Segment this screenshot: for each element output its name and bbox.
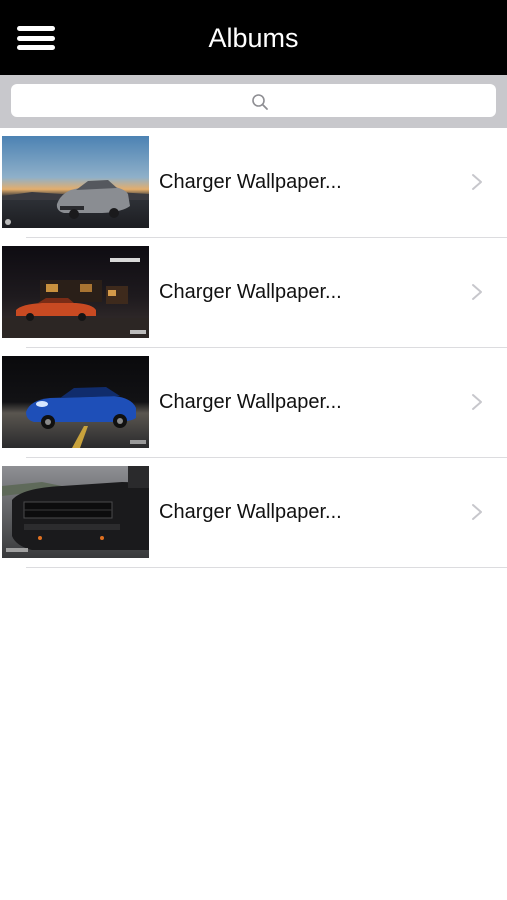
- search-bar: [0, 75, 507, 128]
- search-field-container[interactable]: [11, 84, 496, 117]
- chevron-right-icon: [472, 174, 482, 190]
- album-thumbnail: [2, 136, 149, 228]
- chevron-right-icon: [472, 394, 482, 410]
- row-separator: [26, 567, 507, 568]
- chevron-right-icon: [472, 284, 482, 300]
- search-icon: [252, 94, 268, 110]
- album-thumbnail: [2, 466, 149, 558]
- album-title: Charger Wallpaper...: [159, 171, 342, 193]
- chevron-right-icon: [472, 504, 482, 520]
- album-thumbnail: [2, 356, 149, 448]
- album-title: Charger Wallpaper...: [159, 281, 342, 303]
- album-row[interactable]: Charger Wallpaper...: [0, 458, 507, 568]
- navigation-bar: Albums: [0, 0, 507, 75]
- album-row[interactable]: Charger Wallpaper...: [0, 348, 507, 458]
- page-title: Albums: [208, 23, 299, 53]
- album-list: Charger Wallpaper... Charger Wallpaper..…: [0, 128, 507, 568]
- album-row[interactable]: Charger Wallpaper...: [0, 238, 507, 348]
- album-title: Charger Wallpaper...: [159, 391, 342, 413]
- album-row[interactable]: Charger Wallpaper...: [0, 128, 507, 238]
- album-thumbnail: [2, 246, 149, 338]
- album-title: Charger Wallpaper...: [159, 501, 342, 523]
